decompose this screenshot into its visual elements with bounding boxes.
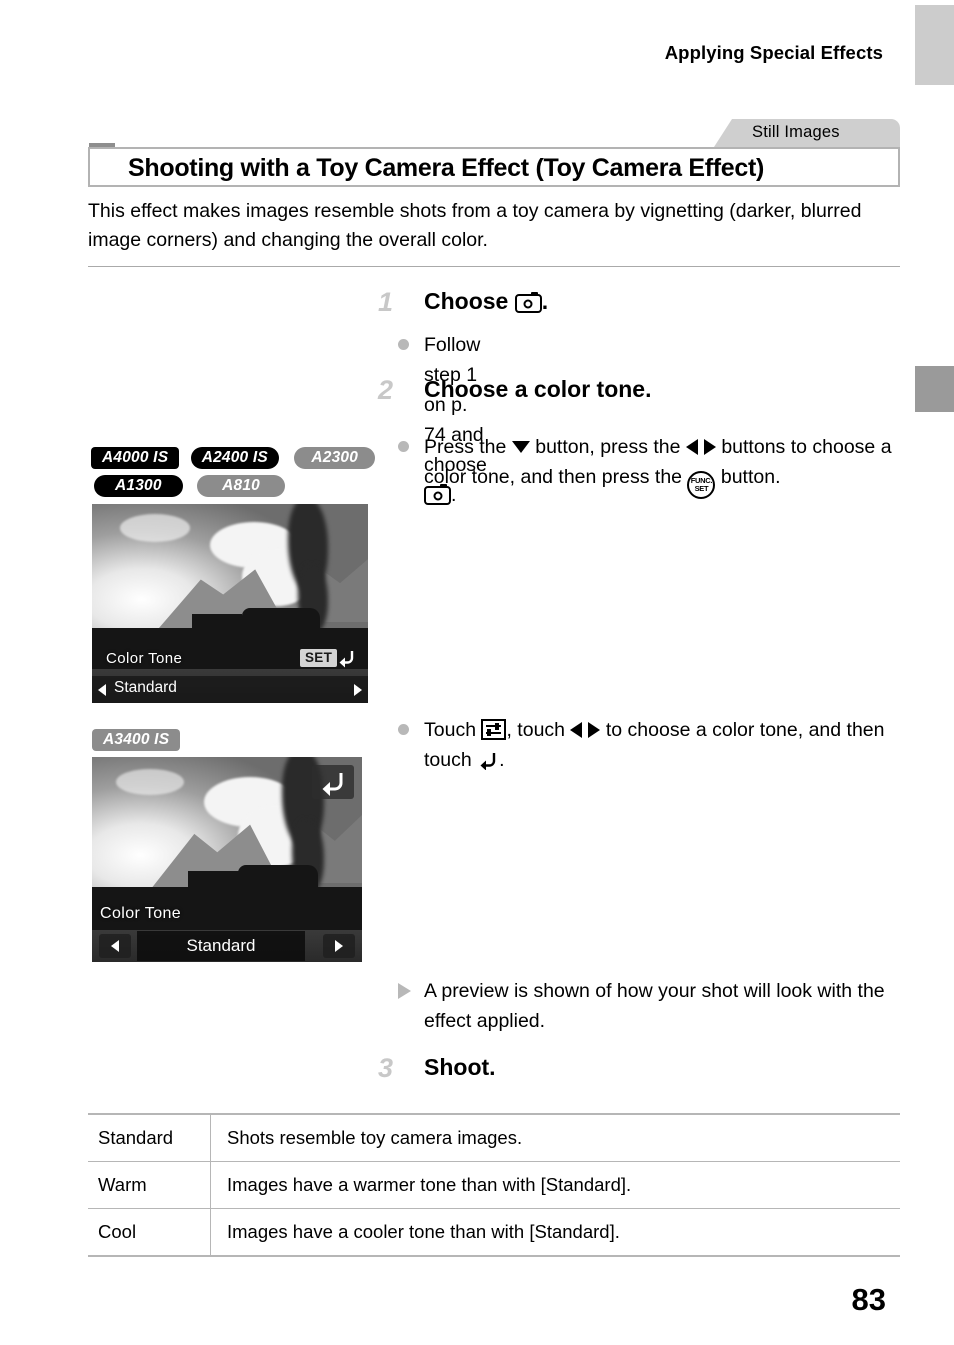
lcd-preview-button-models: Color Tone SET Standard — [92, 504, 368, 703]
table-cell-key: Warm — [88, 1161, 211, 1209]
model-badge-a810: A810 — [197, 475, 285, 497]
step-2-bullet-3-text: A preview is shown of how your shot will… — [424, 980, 885, 1032]
model-badge-a4000is: A4000 IS — [91, 447, 180, 469]
step-2-bullet-1-text: Press the button, press the buttons to c… — [424, 432, 898, 499]
model-badge-a1300: A1300 — [94, 475, 183, 497]
lcd-touch-selected-value[interactable]: Standard — [137, 931, 305, 961]
step-1-title-suffix: . — [541, 288, 549, 314]
edge-tab-marker-top — [915, 5, 954, 85]
section-intro: This effect makes images resemble shots … — [88, 200, 862, 251]
page-number: 83 — [851, 1282, 886, 1317]
return-arrow-icon — [477, 750, 499, 770]
table-cell-value: Shots resemble toy camera images. — [210, 1113, 900, 1162]
arrow-left-icon — [111, 940, 119, 952]
table-cell-value: Images have a cooler tone than with [Sta… — [210, 1208, 900, 1257]
model-badge-row-3: A3400 IS — [92, 729, 181, 751]
lcd-scene-cloud — [116, 769, 184, 795]
bullet-text-part: button, press the — [535, 436, 681, 458]
bullet-dot-icon — [398, 339, 409, 350]
table-row: Standard Shots resemble toy camera image… — [88, 1113, 900, 1162]
lcd-color-tone-selector[interactable]: Standard — [92, 676, 368, 703]
lcd-selected-value: Standard — [114, 679, 177, 696]
lcd-scene-train-boiler — [242, 608, 320, 636]
step-2-bullet-2-text: Touch , touch to choose a color tone, an… — [424, 715, 898, 775]
lcd-touch-right-button[interactable] — [323, 934, 355, 958]
toy-camera-icon — [514, 291, 542, 313]
func-set-icon: FUNC. SET — [687, 471, 716, 499]
table-row: Warm Images have a warmer tone than with… — [88, 1161, 900, 1209]
model-badge-a2400is: A2400 IS — [190, 447, 279, 469]
edge-tab-marker-current — [915, 366, 954, 412]
model-badge-row-1: A4000 IS A2400 IS A2300 — [91, 447, 376, 469]
arrow-right-icon[interactable] — [354, 684, 362, 696]
model-badge-a2300: A2300 — [294, 447, 376, 469]
lcd-scene-train-cab — [192, 614, 242, 638]
running-header: Applying Special Effects — [664, 42, 883, 63]
arrow-left-right-icon — [685, 437, 716, 456]
bullet-text-part: . — [499, 749, 505, 771]
table-cell-key: Cool — [88, 1208, 211, 1257]
lcd-color-tone-label: Color Tone — [106, 650, 183, 667]
section-title-bar: Shooting with a Toy Camera Effect (Toy C… — [88, 147, 900, 187]
lcd-color-tone-label: Color Tone — [100, 905, 182, 922]
touch-menu-icon — [481, 719, 507, 740]
bullet-dot-icon — [398, 441, 409, 452]
bullet-text-part: , touch — [506, 719, 566, 741]
table-cell-key: Standard — [88, 1113, 211, 1162]
step-1-title-text: Choose — [424, 288, 509, 314]
lcd-scene-cloud — [120, 514, 190, 542]
step-1-number: 1 — [378, 287, 394, 317]
category-tab-label: Still Images — [752, 123, 840, 141]
lcd-scene-train-cab — [188, 871, 240, 897]
bullet-text-part: Press the — [424, 436, 507, 458]
lcd-preview-touch-model: Color Tone Standard — [92, 757, 362, 962]
divider-rule — [88, 266, 900, 267]
arrow-left-icon[interactable] — [98, 684, 106, 696]
lcd-scene-train-boiler — [238, 865, 318, 895]
step-2-number: 2 — [378, 375, 394, 405]
model-badge-row-2: A1300 A810 — [94, 475, 285, 497]
bullet-text-part: Touch — [424, 719, 477, 741]
lcd-touch-left-button[interactable] — [99, 934, 131, 958]
step-3-title: Shoot. — [424, 1054, 496, 1080]
bullet-text-part: button. — [720, 466, 781, 488]
category-tab-still-images: Still Images — [714, 119, 900, 147]
arrow-down-icon — [511, 441, 530, 453]
section-title: Shooting with a Toy Camera Effect (Toy C… — [128, 154, 765, 182]
lcd-return-arrow-icon[interactable] — [335, 648, 357, 673]
step-1-title: Choose . — [424, 288, 548, 315]
step-3-number: 3 — [378, 1053, 394, 1083]
arrow-left-right-icon — [570, 720, 601, 739]
step-2-title: Choose a color tone. — [424, 376, 652, 402]
bullet-triangle-icon — [398, 983, 411, 999]
lcd-set-button[interactable]: SET — [300, 649, 338, 667]
model-badge-a3400is: A3400 IS — [92, 729, 181, 751]
lcd-touch-return-button[interactable] — [312, 765, 354, 799]
table-cell-value: Images have a warmer tone than with [Sta… — [210, 1161, 900, 1209]
table-row: Cool Images have a cooler tone than with… — [88, 1208, 900, 1257]
color-tone-options-table: Standard Shots resemble toy camera image… — [88, 1113, 900, 1257]
bullet-dot-icon — [398, 724, 409, 735]
arrow-right-icon — [335, 940, 343, 952]
